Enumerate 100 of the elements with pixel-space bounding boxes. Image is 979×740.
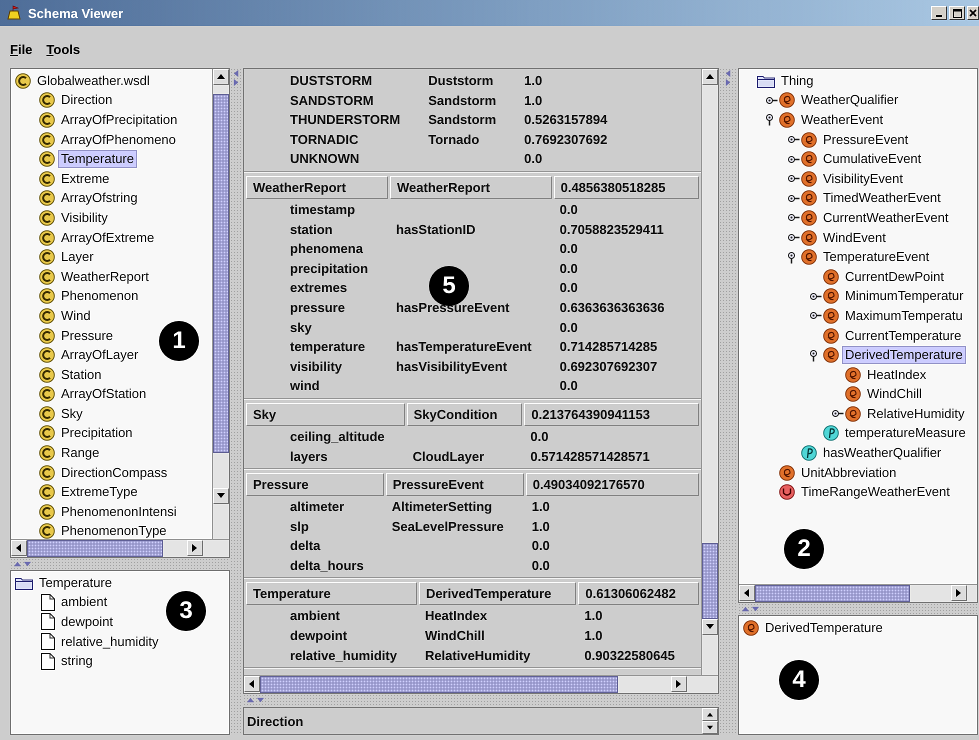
tree-item[interactable]: ambient: [58, 593, 110, 612]
tree-item[interactable]: Wind: [58, 306, 94, 325]
tree-item[interactable]: CurrentWeatherEvent: [820, 208, 952, 227]
tree-item[interactable]: MaximumTemperatu: [842, 306, 966, 325]
tree-item[interactable]: Visibility: [58, 208, 111, 227]
tree-item[interactable]: WindEvent: [820, 228, 889, 247]
tree-item[interactable]: temperatureMeasure: [842, 424, 969, 442]
expand-toggle-icon[interactable]: [787, 154, 800, 164]
scrollbar-thumb[interactable]: [702, 542, 718, 619]
tree-item[interactable]: CurrentDewPoint: [842, 268, 947, 286]
scroll-right-button[interactable]: [950, 585, 967, 601]
tree-item[interactable]: Layer: [58, 248, 97, 266]
tree-item[interactable]: DerivedTemperature: [762, 618, 886, 637]
tree-item[interactable]: RelativeHumidity: [864, 404, 968, 423]
scrollbar-thumb[interactable]: [260, 676, 618, 693]
tree-item[interactable]: ArrayOfPrecipitation: [58, 110, 180, 129]
scrollbar-thumb[interactable]: [213, 94, 229, 454]
tree-item[interactable]: string: [58, 652, 96, 670]
tree-item[interactable]: hasWeatherQualifier: [820, 444, 944, 462]
tree-item[interactable]: TimedWeatherEvent: [820, 189, 944, 208]
tree-item[interactable]: CurrentTemperature: [842, 326, 964, 345]
horizontal-scrollbar[interactable]: [11, 539, 229, 557]
tree-item[interactable]: relative_humidity: [58, 632, 162, 651]
tree-item[interactable]: Range: [58, 444, 102, 462]
tree-item[interactable]: dewpoint: [58, 612, 116, 631]
tree-item[interactable]: Thing: [778, 72, 817, 90]
spinner-down-button[interactable]: [702, 721, 718, 734]
menu-item[interactable]: Tools: [46, 42, 80, 56]
tree-item[interactable]: WindChill: [864, 385, 925, 404]
tree-item[interactable]: CumulativeEvent: [820, 150, 924, 168]
tree-item[interactable]: ArrayOfStation: [58, 385, 150, 404]
tree-item[interactable]: Globalweather.wsdl: [34, 72, 153, 90]
expand-toggle-icon[interactable]: [787, 194, 800, 203]
scrollbar-thumb[interactable]: [27, 540, 164, 557]
tree-item[interactable]: Phenomenon: [58, 287, 142, 306]
tree-item[interactable]: WeatherQualifier: [798, 91, 902, 110]
spinner-up-button[interactable]: [702, 708, 718, 721]
horizontal-scrollbar[interactable]: [244, 675, 718, 693]
tree-item[interactable]: HeatIndex: [864, 366, 930, 384]
expand-toggle-icon[interactable]: [787, 174, 800, 184]
tree-item[interactable]: PhenomenonType: [58, 522, 170, 539]
scroll-down-button[interactable]: [213, 488, 229, 504]
maximize-icon: [952, 8, 962, 18]
tree-item[interactable]: Station: [58, 366, 104, 384]
tree-item[interactable]: Temperature: [36, 574, 115, 592]
minimize-button[interactable]: [931, 6, 947, 20]
collapse-toggle-icon[interactable]: [809, 348, 818, 362]
expand-toggle-icon[interactable]: [787, 233, 800, 242]
horizontal-scrollbar[interactable]: [739, 584, 977, 602]
tree-item[interactable]: MinimumTemperatur: [842, 287, 966, 306]
menu-item[interactable]: File: [10, 42, 32, 56]
tree-item[interactable]: Pressure: [58, 326, 116, 345]
tree-item[interactable]: Temperature: [58, 150, 137, 168]
tree-item[interactable]: Direction: [58, 91, 116, 110]
expand-toggle-icon[interactable]: [831, 409, 844, 418]
scrollbar-thumb[interactable]: [755, 585, 910, 602]
group-header-cell: DerivedTemperature: [418, 582, 576, 606]
collapse-toggle-icon[interactable]: [787, 250, 796, 264]
tree-item[interactable]: Precipitation: [58, 424, 136, 442]
right-arrow-icon: [675, 680, 684, 688]
tree-item[interactable]: Sky: [58, 404, 86, 423]
class-icon: [39, 386, 55, 402]
tree-item[interactable]: ArrayOfExtreme: [58, 228, 158, 247]
vertical-scrollbar[interactable]: [212, 69, 229, 539]
expand-toggle-icon[interactable]: [765, 96, 778, 105]
collapse-toggle-icon[interactable]: [765, 113, 774, 126]
scroll-left-button[interactable]: [244, 676, 260, 692]
scroll-right-button[interactable]: [671, 676, 688, 692]
tree-item[interactable]: VisibilityEvent: [820, 170, 906, 188]
scroll-left-button[interactable]: [739, 585, 755, 601]
tree-item[interactable]: DerivedTemperature: [842, 346, 966, 364]
vertical-scrollbar[interactable]: [701, 69, 718, 675]
concept-icon: [801, 151, 817, 168]
close-button[interactable]: [967, 6, 979, 20]
tree-item[interactable]: DirectionCompass: [58, 464, 170, 482]
tree-item[interactable]: PressureEvent: [820, 130, 912, 149]
tree-item[interactable]: Extreme: [58, 170, 112, 188]
scroll-left-button[interactable]: [11, 540, 27, 556]
tree-item[interactable]: TemperatureEvent: [820, 248, 932, 266]
tree-item[interactable]: TimeRangeWeatherEvent: [798, 483, 953, 502]
tree-item[interactable]: ArrayOfstring: [58, 189, 141, 208]
expand-toggle-icon[interactable]: [809, 292, 822, 301]
tree-item[interactable]: ArrayOfLayer: [58, 346, 142, 364]
scroll-right-button[interactable]: [186, 540, 203, 556]
scroll-down-button[interactable]: [702, 618, 718, 635]
maximize-button[interactable]: [949, 6, 965, 20]
left-arrow-icon: [743, 589, 751, 597]
expand-toggle-icon[interactable]: [809, 311, 822, 320]
tree-item[interactable]: ExtremeType: [58, 483, 141, 502]
tree-item[interactable]: ArrayOfPhenomeno: [58, 130, 179, 149]
expand-toggle-icon[interactable]: [787, 213, 800, 222]
tree-item[interactable]: WeatherEvent: [798, 110, 886, 129]
scroll-up-button[interactable]: [213, 69, 229, 85]
scroll-up-button[interactable]: [702, 69, 718, 85]
class-icon: [39, 464, 55, 481]
tree-item[interactable]: UnitAbbreviation: [798, 464, 900, 482]
tree-item[interactable]: PhenomenonIntensi: [58, 502, 180, 521]
concept-icon: [823, 347, 839, 364]
tree-item[interactable]: WeatherReport: [58, 268, 152, 286]
expand-toggle-icon[interactable]: [787, 135, 800, 144]
